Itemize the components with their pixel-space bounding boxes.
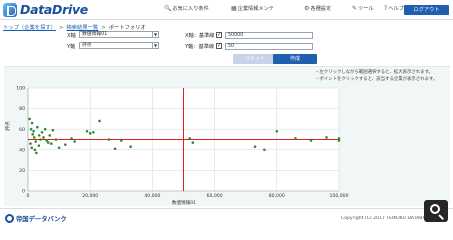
data-point[interactable]: [188, 137, 192, 140]
app-footer: 帝国データバンク Copyright (C) 2017 TEIKOKU DATA…: [0, 208, 453, 228]
data-point[interactable]: [107, 138, 111, 141]
data-point[interactable]: [36, 125, 39, 129]
data-point[interactable]: [31, 133, 34, 136]
copyright-text: Copyright (C) 2017 TEIKOKU DATABANK, LTD…: [341, 216, 437, 221]
data-point[interactable]: [275, 129, 279, 133]
data-point[interactable]: [29, 127, 33, 131]
data-point[interactable]: [88, 132, 92, 135]
teikoku-databank-logo: 帝国データバンク: [5, 214, 67, 223]
data-point[interactable]: [46, 141, 50, 144]
data-point[interactable]: [54, 138, 58, 141]
data-point[interactable]: [45, 139, 48, 142]
data-point[interactable]: [294, 137, 297, 140]
x-tick-label: 0: [27, 193, 30, 199]
data-point[interactable]: [129, 145, 132, 149]
data-point[interactable]: [64, 143, 67, 146]
x-axis-title: 数値情報01: [172, 199, 196, 206]
data-point[interactable]: [37, 144, 41, 147]
data-point[interactable]: [39, 138, 42, 141]
y-axis-title: 評点: [4, 121, 11, 131]
data-point[interactable]: [191, 141, 195, 144]
data-point[interactable]: [37, 134, 41, 137]
data-point[interactable]: [29, 142, 32, 145]
y-tick-label: 40: [19, 147, 25, 153]
data-point[interactable]: [32, 136, 36, 139]
data-point[interactable]: [309, 139, 313, 142]
magnifier-icon: [430, 204, 440, 214]
x-tick-label: 80,000: [269, 193, 285, 199]
data-point[interactable]: [51, 128, 55, 132]
data-point[interactable]: [33, 148, 37, 152]
company-logo-icon: [5, 214, 14, 223]
data-point[interactable]: [113, 147, 117, 151]
y-tick-label: 0: [22, 189, 25, 195]
data-point[interactable]: [98, 119, 101, 123]
zoom-button[interactable]: [424, 200, 448, 222]
data-point[interactable]: [34, 140, 38, 143]
data-point[interactable]: [92, 130, 95, 134]
x-tick-label: 100,000: [330, 193, 349, 199]
data-point[interactable]: [50, 142, 53, 145]
data-point[interactable]: [30, 121, 34, 125]
y-tick-label: 80: [19, 106, 25, 112]
data-point[interactable]: [73, 140, 76, 143]
y-tick-label: 100: [16, 86, 25, 92]
data-point[interactable]: [57, 146, 61, 150]
x-tick-label: 60,000: [207, 193, 223, 199]
y-tick-label: 20: [19, 168, 25, 174]
data-point[interactable]: [48, 134, 52, 137]
data-point[interactable]: [85, 129, 89, 133]
data-point[interactable]: [32, 129, 35, 133]
x-tick-label: 40,000: [144, 193, 160, 199]
data-point[interactable]: [263, 148, 266, 152]
data-point[interactable]: [28, 117, 31, 121]
company-logo-text: 帝国データバンク: [16, 216, 67, 223]
scatter-chart[interactable]: 0 20 40 60 80 100 0 20,000 40,000 60,000 80,000 100…: [0, 0, 453, 228]
data-point[interactable]: [35, 151, 38, 155]
data-point[interactable]: [43, 127, 47, 131]
data-point[interactable]: [42, 136, 45, 139]
y-tick-label: 60: [19, 127, 25, 133]
data-point[interactable]: [30, 146, 34, 150]
data-point[interactable]: [325, 136, 328, 139]
data-point[interactable]: [337, 137, 341, 140]
data-point[interactable]: [120, 139, 123, 142]
data-point[interactable]: [253, 145, 257, 149]
data-point[interactable]: [70, 137, 73, 140]
x-tick-label: 20,000: [82, 193, 98, 199]
data-point[interactable]: [40, 130, 44, 134]
